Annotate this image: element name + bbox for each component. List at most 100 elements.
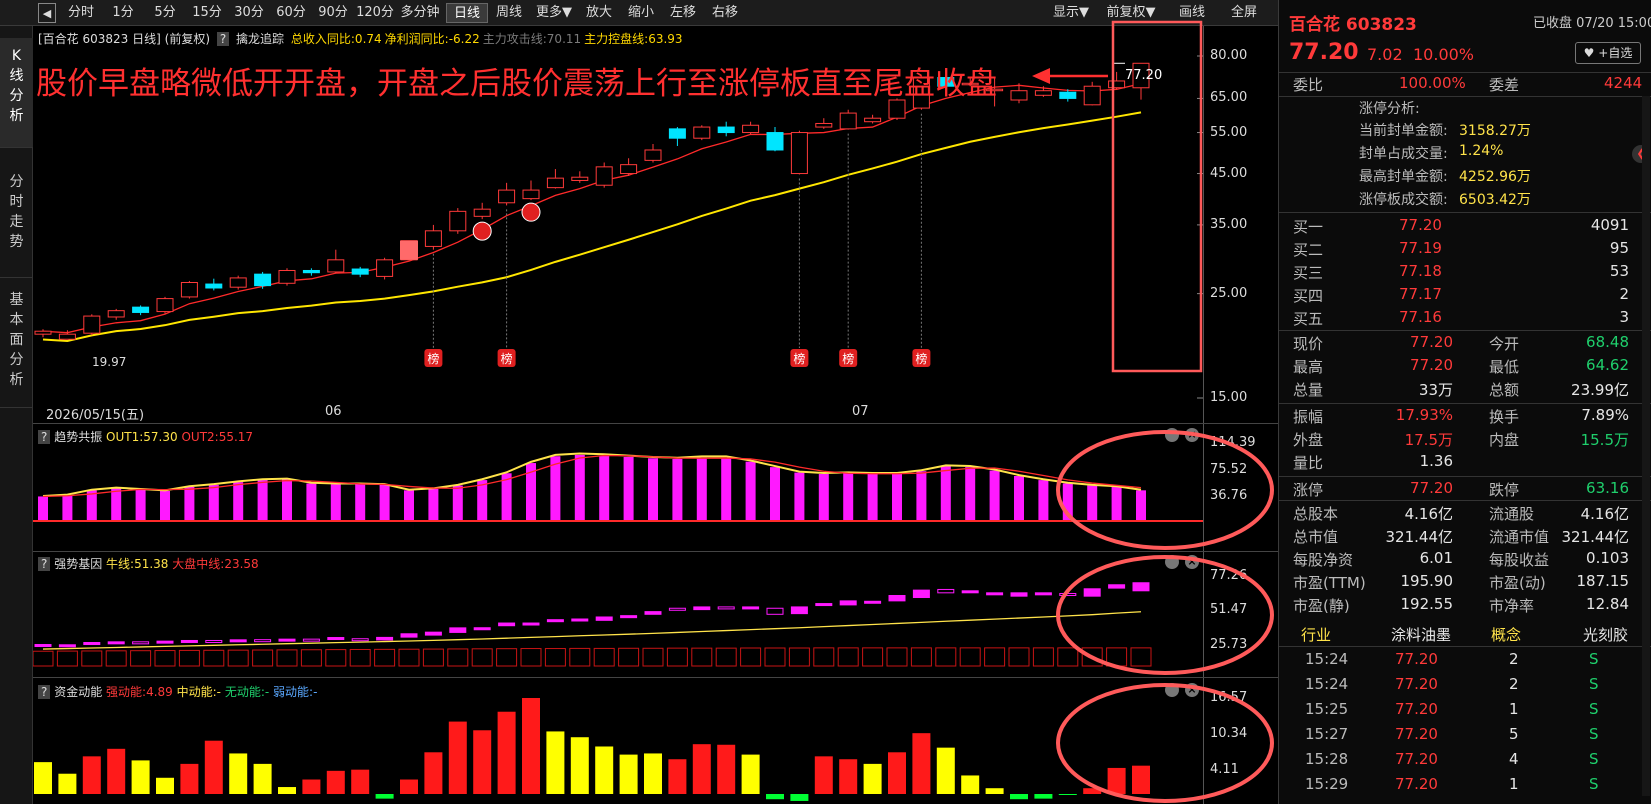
toolbar-button-15[interactable]: 右移	[704, 3, 746, 23]
close-icon[interactable]: ×	[1185, 683, 1199, 697]
market-mid-bar	[1057, 647, 1079, 667]
candle	[839, 109, 857, 130]
gene-candle	[107, 641, 125, 645]
y-tick-label: 15.00	[1210, 390, 1248, 405]
trend-resonance-chart[interactable]	[33, 425, 1203, 551]
gear-icon[interactable]	[1165, 428, 1179, 442]
resonance-bar	[745, 461, 756, 521]
toolbar-button-5[interactable]: 60分	[270, 3, 312, 23]
toolbar-button-8[interactable]: 多分钟	[396, 3, 444, 23]
resonance-bar	[574, 454, 585, 521]
toolbar-button-13[interactable]: 缩小	[620, 3, 662, 23]
gene-candle	[156, 640, 174, 644]
scrollbar[interactable]	[1642, 96, 1650, 796]
toolbar-button-12[interactable]: 放大	[578, 3, 620, 23]
toolbar-button-1[interactable]: 1分	[102, 3, 144, 23]
momentum-bar	[619, 754, 638, 794]
toolbar-right-2[interactable]: 画线	[1170, 3, 1214, 23]
market-mid-bar	[154, 650, 176, 667]
market-mid-bar	[447, 648, 469, 667]
bid-price: 77.19	[1399, 239, 1442, 257]
limit-value: 4252.96万	[1459, 169, 1531, 185]
gear-icon[interactable]	[1165, 683, 1179, 697]
quote-value: 7.89%	[1581, 406, 1629, 424]
momentum-bar	[326, 770, 345, 794]
gene-candle	[790, 606, 808, 615]
toolbar-button-2[interactable]: 5分	[144, 3, 186, 23]
toolbar-button-0[interactable]: 分时	[60, 3, 102, 23]
candle	[83, 314, 101, 336]
tick-volume: 1	[1509, 700, 1519, 718]
toolbar-button-11[interactable]: 更多▼	[530, 3, 578, 23]
gear-icon[interactable]	[1165, 555, 1179, 569]
toolbar-right-3[interactable]: 全屏	[1220, 3, 1268, 23]
candle-body	[766, 132, 784, 151]
bid-price: 77.20	[1399, 216, 1442, 234]
candle	[571, 171, 589, 183]
concept-value[interactable]: 光刻胶	[1583, 624, 1628, 645]
limit-value: 3158.27万	[1459, 123, 1531, 139]
close-icon[interactable]: ×	[1185, 428, 1199, 442]
strong-gene-chart[interactable]	[33, 552, 1203, 677]
toolbar-button-4[interactable]: 30分	[228, 3, 270, 23]
fund-value: 192.55	[1400, 595, 1454, 613]
momentum-bar	[34, 762, 52, 794]
toolbar-button-6[interactable]: 90分	[312, 3, 354, 23]
momentum-bar	[717, 744, 736, 794]
out2-line	[42, 454, 1142, 498]
candle-body	[278, 269, 296, 284]
annotation-text: 股价早盘略微低开开盘，开盘之后股价震荡上行至涨停板直至尾盘收盘	[36, 66, 997, 102]
momentum-bar	[1132, 765, 1150, 794]
gene-candle	[742, 606, 760, 610]
candle	[864, 114, 882, 124]
toolbar-button-14[interactable]: 左移	[662, 3, 704, 23]
resonance-bar	[818, 473, 829, 521]
toolbar-button-9[interactable]: 日线	[446, 3, 488, 23]
favorite-label: +自选	[1598, 46, 1633, 60]
tab-fundamental[interactable]: 基 本 面 分 析	[0, 278, 33, 408]
signal-marker-icon	[472, 221, 492, 241]
tick-side: S	[1589, 725, 1599, 743]
gene-candle	[1010, 592, 1028, 597]
quote-label: 涨停	[1293, 481, 1324, 499]
low-label: 19.97	[92, 355, 127, 369]
concept-label: 概念	[1491, 626, 1522, 644]
limit-value: 1.24%	[1459, 143, 1504, 159]
resonance-bar	[867, 473, 878, 521]
y-tick-label: 75.52	[1210, 461, 1248, 477]
fund-label: 每股净资	[1293, 551, 1354, 569]
tab-k-line[interactable]: K 线 分 析	[0, 38, 33, 148]
quote-label: 最低	[1489, 358, 1520, 376]
momentum-bar	[888, 752, 906, 794]
toolbar-right-0[interactable]: 显示▼	[1045, 3, 1097, 23]
tick-price: 77.20	[1395, 725, 1438, 743]
candle-body	[473, 208, 491, 217]
fund-momentum-chart[interactable]	[33, 678, 1203, 804]
gene-candle	[1034, 592, 1052, 596]
momentum-bar	[961, 775, 980, 794]
limit-title: 涨停分析:	[1359, 101, 1420, 117]
market-mid-bar	[910, 647, 932, 667]
divider	[1279, 500, 1651, 501]
toolbar-button-3[interactable]: 15分	[186, 3, 228, 23]
candle	[546, 169, 564, 189]
back-icon[interactable]: ◀	[38, 3, 56, 23]
y-tick-label: 114.39	[1210, 435, 1256, 450]
status-time: 07/20 15:00	[1576, 16, 1651, 31]
close-icon[interactable]: ×	[1185, 555, 1199, 569]
fund-value: 4.16亿	[1404, 505, 1453, 523]
toolbar-button-10[interactable]: 周线	[488, 3, 530, 23]
price-pct: 10.00%	[1413, 45, 1475, 64]
industry-value[interactable]: 涂料油墨	[1391, 624, 1451, 645]
tab-intraday[interactable]: 分 时 走 势	[0, 148, 33, 278]
candle	[717, 121, 735, 137]
momentum-bar	[912, 733, 931, 794]
momentum-bar	[692, 744, 711, 794]
toolbar-right-1[interactable]: 前复权▼	[1100, 3, 1162, 23]
market-mid-bar	[496, 648, 518, 667]
tick-time: 15:28	[1305, 750, 1349, 768]
gene-candle	[376, 636, 394, 641]
add-favorite-button[interactable]: ♥ +自选	[1575, 42, 1641, 64]
toolbar-button-7[interactable]: 120分	[354, 3, 396, 23]
market-mid-bar	[935, 647, 957, 667]
